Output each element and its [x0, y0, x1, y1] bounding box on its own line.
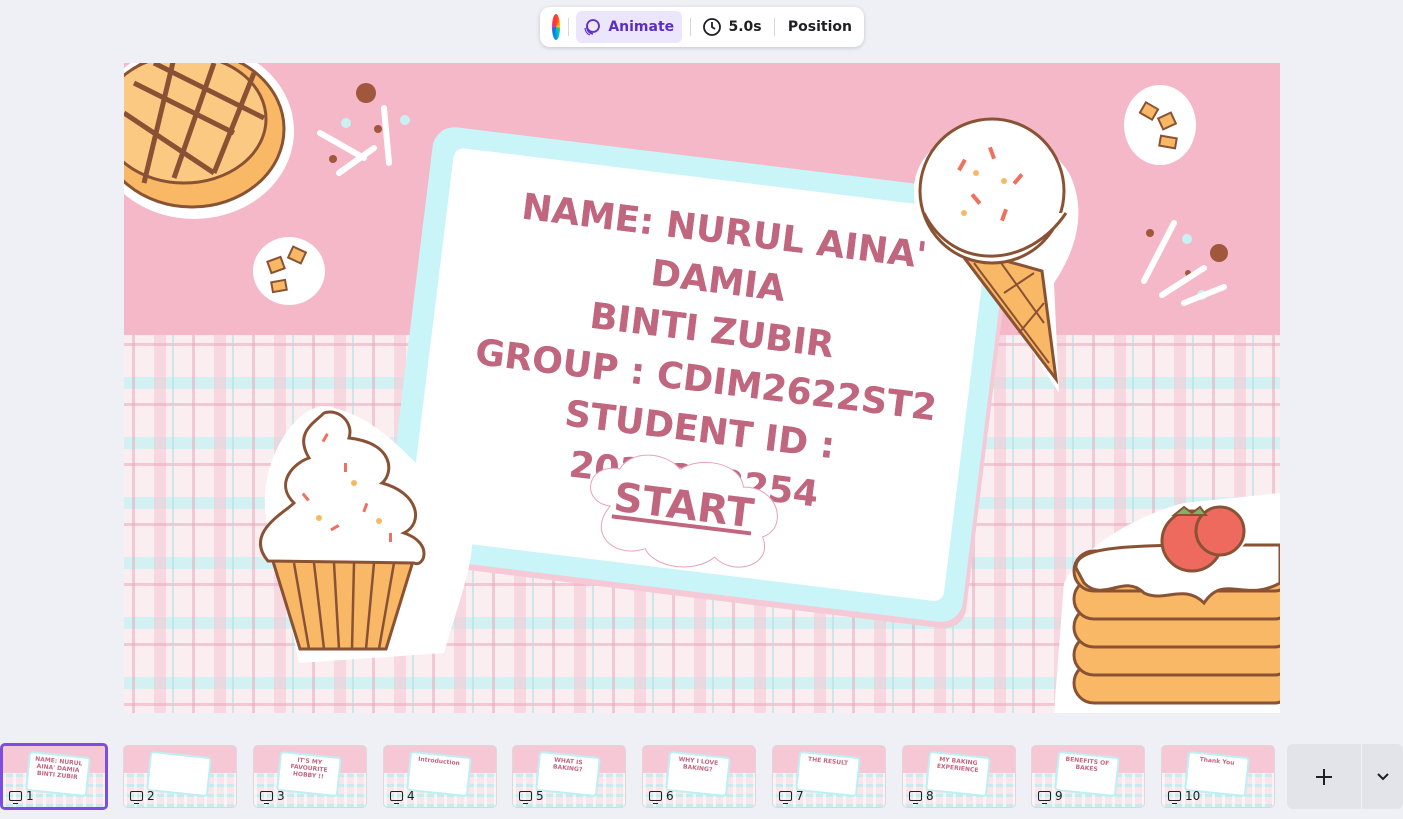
page-thumbnail-5[interactable]: WHAT IS BAKING? 5	[512, 745, 626, 808]
thumb-number: 2	[130, 789, 155, 804]
thumb-number-label: 8	[926, 789, 934, 803]
page-thumbnail-4[interactable]: Introduction 4	[383, 745, 497, 808]
presenter-icon	[519, 791, 532, 804]
page-thumbnail-9[interactable]: BENEFITS OF BAKES 9	[1031, 745, 1145, 808]
thumb-number: 7	[779, 789, 804, 804]
floating-toolbar: Animate 5.0s Position	[540, 7, 864, 47]
thumb-number: 1	[9, 789, 34, 804]
plus-icon	[1316, 768, 1332, 785]
thumb-number-label: 7	[796, 789, 804, 803]
color-wheel-icon[interactable]	[552, 14, 561, 40]
presenter-icon	[779, 791, 792, 804]
more-pages-button[interactable]	[1362, 744, 1403, 809]
thumb-number-label: 3	[277, 789, 285, 803]
presenter-icon	[130, 791, 143, 804]
page-thumbnail-7[interactable]: THE RESULT 7	[772, 745, 886, 808]
page-thumbnail-10[interactable]: Thank You 10	[1161, 745, 1275, 808]
thumb-number: 8	[909, 789, 934, 804]
animate-label: Animate	[608, 19, 675, 35]
thumb-number: 10	[1168, 789, 1201, 804]
add-page-button[interactable]	[1287, 744, 1361, 809]
thumb-number-label: 5	[536, 789, 544, 803]
thumb-number-label: 10	[1185, 789, 1201, 803]
thumb-number: 3	[260, 789, 285, 804]
thumb-number-label: 2	[147, 789, 155, 803]
presenter-icon	[649, 791, 662, 804]
page-thumbnail-8[interactable]: MY BAKING EXPERIENCE 8	[902, 745, 1016, 808]
thumb-number: 9	[1038, 789, 1063, 804]
page-thumbnail-3[interactable]: IT'S MY FAVOURITE HOBBY !! 3	[253, 745, 367, 808]
animate-button[interactable]: Animate	[576, 11, 683, 43]
duration-button[interactable]: 5.0s	[698, 17, 765, 37]
presenter-icon	[260, 791, 273, 804]
presenter-icon	[1038, 791, 1051, 804]
presenter-icon	[909, 791, 922, 804]
animate-icon	[584, 19, 601, 36]
page-thumbnail-1[interactable]: NAME: NURUL AINA' DAMIA BINTI ZUBIR 1	[0, 743, 108, 810]
chevron-down-icon	[1376, 772, 1389, 780]
page-thumbnail-6[interactable]: WHY I LOVE BAKING? 6	[642, 745, 756, 808]
duration-label: 5.0s	[728, 19, 762, 35]
position-button[interactable]: Position	[782, 19, 858, 35]
slide-canvas[interactable]: NAME: NURUL AINA' DAMIA BINTI ZUBIR GROU…	[124, 63, 1280, 713]
thumb-number: 4	[390, 789, 415, 804]
thumb-card	[146, 750, 212, 798]
presenter-icon	[390, 791, 403, 804]
thumb-number-label: 4	[407, 789, 415, 803]
thumb-number-label: 6	[666, 789, 674, 803]
thumb-number: 5	[519, 789, 544, 804]
presenter-icon	[1168, 791, 1181, 804]
thumb-number: 6	[649, 789, 674, 804]
page-thumbnail-strip: NAME: NURUL AINA' DAMIA BINTI ZUBIR 1 2 …	[0, 743, 1403, 811]
clock-icon	[703, 18, 722, 36]
page-thumbnail-2[interactable]: 2	[123, 745, 237, 808]
thumb-number-label: 9	[1055, 789, 1063, 803]
presenter-icon	[9, 791, 22, 804]
thumb-number-label: 1	[26, 789, 34, 803]
